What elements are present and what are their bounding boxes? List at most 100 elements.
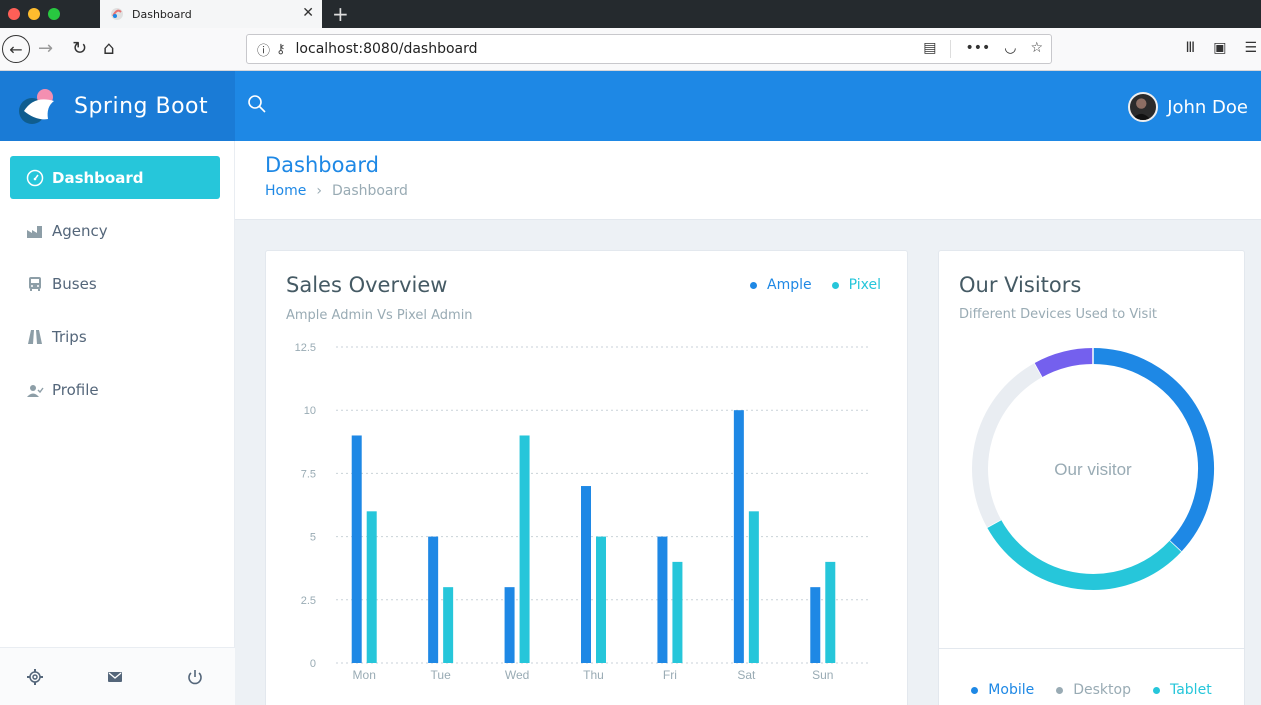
power-icon[interactable] xyxy=(186,668,204,686)
more-icon[interactable]: ••• xyxy=(965,40,990,58)
minimize-window-button[interactable] xyxy=(28,8,40,20)
legend-item-desktop: Desktop xyxy=(1056,675,1131,705)
bar-ample-sat[interactable] xyxy=(733,410,744,663)
bar-pixel-mon[interactable] xyxy=(366,511,377,663)
y-tick-label: 2.5 xyxy=(301,595,316,607)
factory-icon xyxy=(26,222,44,240)
sidebar-item-buses[interactable]: Buses xyxy=(10,262,220,305)
brand-name: Spring Boot xyxy=(74,93,209,119)
donut-slice-other[interactable] xyxy=(1034,348,1094,378)
close-window-button[interactable] xyxy=(8,8,20,20)
legend-item-ample: Ample xyxy=(750,277,812,293)
maximize-window-button[interactable] xyxy=(48,8,60,20)
y-tick-label: 12.5 xyxy=(295,342,316,354)
page-title: Dashboard xyxy=(265,153,379,177)
bar-ample-mon[interactable] xyxy=(351,435,362,663)
bus-icon xyxy=(26,275,44,293)
bar-ample-thu[interactable] xyxy=(581,486,591,663)
user-name: John Doe xyxy=(1167,96,1248,118)
legend-dot xyxy=(831,281,839,289)
x-tick-label: Wed xyxy=(505,668,529,682)
reader-view-icon[interactable]: ▤ xyxy=(923,40,936,58)
sidebar: Dashboard Agency Buses Trips Profile xyxy=(0,141,235,705)
favicon-icon xyxy=(111,8,123,20)
bar-ample-wed[interactable] xyxy=(504,587,515,663)
x-tick-label: Sun xyxy=(812,668,833,682)
visitors-donut-chart: Our visitor xyxy=(972,348,1214,590)
breadcrumb-current: Dashboard xyxy=(331,183,408,199)
donut-slice-desktop[interactable] xyxy=(972,362,1043,528)
sidebar-item-dashboard[interactable]: Dashboard xyxy=(10,156,220,199)
bar-pixel-fri[interactable] xyxy=(672,561,683,663)
forward-icon[interactable]: → xyxy=(38,38,53,59)
bar-ample-sun[interactable] xyxy=(810,587,821,663)
sales-overview-card: Sales Overview Ample Admin Vs Pixel Admi… xyxy=(265,250,908,705)
gear-icon[interactable] xyxy=(26,668,44,686)
tab-title: Dashboard xyxy=(132,7,192,21)
sidebar-footer xyxy=(0,647,235,705)
new-tab-icon[interactable]: + xyxy=(332,2,349,26)
bar-pixel-sun[interactable] xyxy=(825,561,836,663)
app-header: Spring Boot John Doe xyxy=(0,71,1261,141)
back-icon[interactable]: ← xyxy=(2,35,30,63)
y-tick-label: 7.5 xyxy=(301,468,316,480)
sidebar-item-profile[interactable]: Profile xyxy=(10,368,220,411)
sidebar-toggle-icon[interactable]: ▣ xyxy=(1213,40,1226,56)
logo-icon xyxy=(19,89,54,124)
chevron-right-icon: › xyxy=(316,183,322,199)
legend-label: Ample xyxy=(767,277,812,293)
bar-pixel-tue[interactable] xyxy=(443,587,454,663)
info-icon[interactable]: ⓘ xyxy=(257,40,270,59)
x-tick-label: Sat xyxy=(737,668,756,682)
road-icon xyxy=(26,328,44,346)
sidebar-item-label: Buses xyxy=(52,274,97,293)
bar-pixel-thu[interactable] xyxy=(596,536,606,663)
bar-ample-fri[interactable] xyxy=(657,536,668,663)
gauge-icon xyxy=(26,169,44,187)
visitors-legend: Mobile Desktop Tablet xyxy=(939,648,1244,705)
sidebar-item-label: Trips xyxy=(52,327,87,346)
library-icon[interactable]: Ⅲ xyxy=(1186,40,1196,56)
breadcrumb: Home › Dashboard xyxy=(265,183,1261,199)
pocket-icon[interactable]: ◡ xyxy=(1004,40,1016,58)
avatar xyxy=(1128,92,1159,122)
sidebar-item-agency[interactable]: Agency xyxy=(10,209,220,252)
bar-ample-tue[interactable] xyxy=(428,536,439,663)
mail-icon[interactable] xyxy=(106,668,124,686)
bookmark-star-icon[interactable]: ☆ xyxy=(1030,40,1043,58)
donut-slice-tablet[interactable] xyxy=(986,519,1182,590)
sidebar-item-trips[interactable]: Trips xyxy=(10,315,220,358)
legend-label: Desktop xyxy=(1073,682,1131,698)
sidebar-item-label: Agency xyxy=(52,221,108,240)
browser-nav-bar: ← → ↻ ⌂ ⓘ ⚷ localhost:8080/dashboard ▤ •… xyxy=(0,28,1261,71)
x-tick-label: Fri xyxy=(663,668,677,682)
y-tick-label: 10 xyxy=(304,405,316,417)
bar-pixel-sat[interactable] xyxy=(748,511,759,663)
breadcrumb-home-link[interactable]: Home xyxy=(265,183,306,199)
legend-dot xyxy=(971,686,979,694)
close-tab-icon[interactable]: ✕ xyxy=(302,5,314,21)
legend-dot xyxy=(1152,686,1160,694)
search-icon[interactable] xyxy=(247,94,267,114)
menu-icon[interactable]: ☰ xyxy=(1244,40,1257,56)
reload-icon[interactable]: ↻ xyxy=(72,38,87,59)
x-tick-label: Mon xyxy=(353,668,376,682)
bar-pixel-wed[interactable] xyxy=(519,435,530,663)
brand[interactable]: Spring Boot xyxy=(0,71,235,141)
sidebar-item-label: Profile xyxy=(52,380,99,399)
visitors-title: Our Visitors xyxy=(959,273,1082,297)
divider xyxy=(950,40,952,58)
legend-item-tablet: Tablet xyxy=(1152,675,1212,705)
sales-title: Sales Overview xyxy=(286,273,448,297)
y-tick-label: 5 xyxy=(310,532,316,544)
y-tick-label: 0 xyxy=(310,658,316,670)
sidebar-item-label: Dashboard xyxy=(52,168,144,187)
user-menu[interactable]: John Doe xyxy=(1128,92,1248,122)
browser-tab[interactable]: Dashboard ✕ xyxy=(100,0,322,28)
browser-tab-bar: Dashboard ✕ + xyxy=(0,0,1261,28)
donut-slice-mobile[interactable] xyxy=(1092,348,1214,552)
home-icon[interactable]: ⌂ xyxy=(103,38,114,59)
url-bar[interactable]: ⓘ ⚷ localhost:8080/dashboard ▤ ••• ◡ ☆ xyxy=(246,34,1052,64)
legend-dot xyxy=(750,281,757,289)
url-text[interactable]: localhost:8080/dashboard xyxy=(296,41,478,57)
